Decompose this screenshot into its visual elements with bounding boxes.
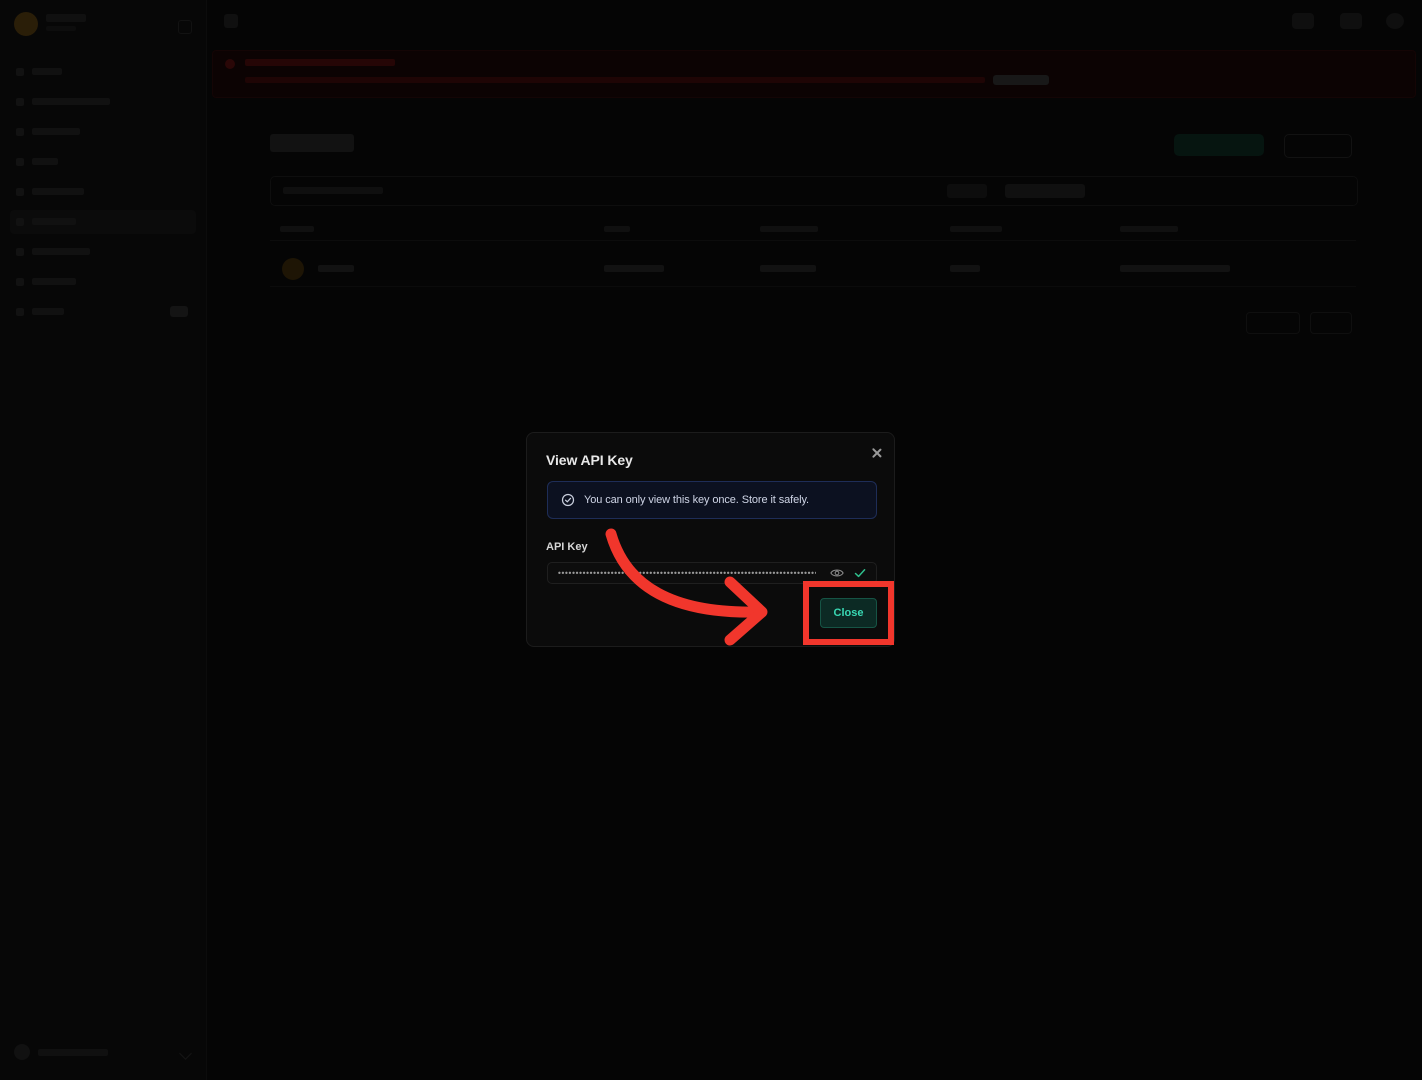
column-header	[604, 226, 630, 232]
filter-bar	[270, 176, 1358, 206]
sidebar-toggle-icon[interactable]	[224, 14, 238, 28]
secondary-button[interactable]	[1284, 134, 1352, 158]
nav-label	[32, 248, 90, 255]
warning-banner	[212, 50, 1416, 98]
avatar	[14, 1044, 30, 1060]
sidebar-item[interactable]	[10, 60, 196, 84]
sidebar-nav	[10, 60, 196, 330]
nav-icon	[16, 278, 24, 286]
nav-icon	[16, 128, 24, 136]
sidebar-item[interactable]	[10, 240, 196, 264]
banner-link[interactable]	[993, 75, 1049, 85]
pagination-previous-button[interactable]	[1246, 312, 1300, 334]
warning-icon	[225, 59, 235, 69]
create-key-button[interactable]	[1174, 134, 1264, 156]
nav-label	[32, 98, 110, 105]
logo-wordmark	[46, 14, 86, 22]
nav-icon	[16, 218, 24, 226]
close-button[interactable]: Close	[820, 598, 877, 628]
banner-text	[245, 77, 985, 83]
column-header	[950, 226, 1002, 232]
nav-label	[32, 218, 76, 225]
eye-icon[interactable]	[830, 567, 844, 579]
api-key-label: API Key	[546, 541, 588, 553]
sidebar-item[interactable]	[10, 180, 196, 204]
filter-select[interactable]	[1005, 184, 1085, 198]
pagination-next-button[interactable]	[1310, 312, 1352, 334]
sidebar-collapse-button[interactable]	[178, 20, 192, 34]
avatar	[282, 258, 304, 280]
column-header	[1120, 226, 1178, 232]
table-cell	[950, 265, 980, 272]
nav-icon	[16, 158, 24, 166]
logo	[14, 12, 38, 36]
nav-icon	[16, 188, 24, 196]
table-cell	[1120, 265, 1230, 272]
notice-text: You can only view this key once. Store i…	[584, 494, 809, 506]
sidebar-item-active[interactable]	[10, 210, 196, 234]
table-cell	[760, 265, 816, 272]
sidebar-item[interactable]	[10, 150, 196, 174]
user-name	[38, 1049, 108, 1056]
column-header	[280, 226, 314, 232]
nav-icon	[16, 68, 24, 76]
page-title	[270, 134, 354, 152]
view-api-key-dialog: View API Key You can only view this key …	[526, 432, 895, 647]
search-input[interactable]	[283, 187, 383, 194]
check-circle-icon	[561, 493, 575, 507]
topbar-button[interactable]	[1292, 13, 1314, 29]
topbar-button[interactable]	[1340, 13, 1362, 29]
nav-icon	[16, 98, 24, 106]
logo-subtitle	[46, 26, 76, 31]
filter-select[interactable]	[947, 184, 987, 198]
nav-label	[32, 188, 84, 195]
table-header	[270, 220, 1356, 241]
column-header	[760, 226, 818, 232]
nav-badge	[170, 306, 188, 317]
table-row[interactable]	[270, 250, 1356, 287]
sidebar-item[interactable]	[10, 90, 196, 114]
nav-label	[32, 308, 64, 315]
avatar[interactable]	[1386, 13, 1404, 29]
sidebar-item[interactable]	[10, 120, 196, 144]
close-icon[interactable]	[870, 446, 884, 460]
banner-title	[245, 59, 395, 66]
nav-label	[32, 158, 58, 165]
nav-label	[32, 278, 76, 285]
nav-icon	[16, 248, 24, 256]
sidebar-item[interactable]	[10, 300, 196, 324]
sidebar-item[interactable]	[10, 270, 196, 294]
nav-label	[32, 68, 62, 75]
table-cell	[318, 265, 354, 272]
dialog-title: View API Key	[546, 452, 633, 468]
topbar	[206, 0, 1422, 44]
user-menu[interactable]	[14, 1044, 192, 1062]
nav-label	[32, 128, 80, 135]
info-notice: You can only view this key once. Store i…	[547, 481, 877, 519]
nav-icon	[16, 308, 24, 316]
table-cell	[604, 265, 664, 272]
api-key-field[interactable]	[547, 562, 877, 584]
check-icon	[854, 569, 866, 578]
sidebar	[0, 0, 207, 1080]
chevron-down-icon	[179, 1047, 192, 1060]
